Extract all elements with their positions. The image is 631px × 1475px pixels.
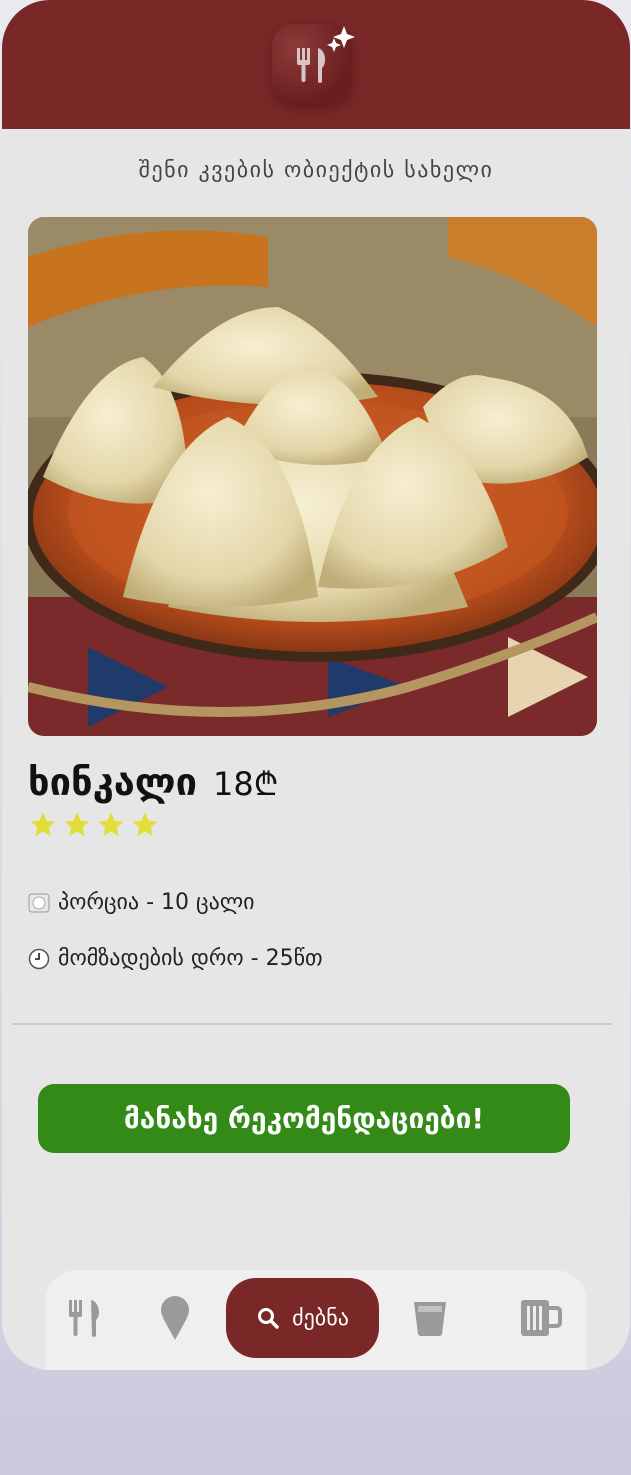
star-icon (64, 812, 90, 837)
portion-text: პორცია - 10 ცალი (58, 890, 255, 915)
tab-beer[interactable] (510, 1278, 570, 1358)
tab-search[interactable]: ძებნა (226, 1278, 379, 1358)
time-info: მომზადების დრო - 25წთ (28, 946, 323, 971)
portion-info: პორცია - 10 ცალი (28, 890, 255, 915)
star-icon (98, 812, 124, 837)
beer-mug-icon (521, 1300, 562, 1336)
venue-name: შენი კვების ობიექტის სახელი (138, 158, 494, 183)
clock-icon (28, 948, 50, 970)
star-icon (132, 812, 158, 837)
dish-price: 18₾ (213, 765, 279, 803)
glass-icon (414, 1302, 446, 1336)
star-icon (30, 812, 56, 837)
tab-drinks[interactable] (400, 1278, 460, 1358)
recommendations-button[interactable]: მანახე რეკომენდაციები! (38, 1084, 570, 1153)
divider (12, 1023, 612, 1025)
rating-stars (28, 810, 160, 840)
time-text: მომზადების დრო - 25წთ (58, 946, 323, 971)
bottom-tab-bar: ძებნა (45, 1270, 587, 1370)
search-icon (258, 1308, 279, 1329)
dish-name: ხინკალი (28, 760, 197, 804)
plate-icon (28, 892, 50, 914)
header (2, 0, 630, 129)
app-screen: შენი კვების ობიექტის სახელი ხინკალი 18₾ … (2, 0, 630, 1370)
fork-knife-icon (69, 1300, 99, 1337)
tab-food[interactable] (55, 1278, 115, 1358)
tab-search-label: ძებნა (292, 1305, 349, 1331)
logo[interactable] (272, 24, 355, 104)
ice-cream-icon (161, 1296, 189, 1340)
dish-title-row: ხინკალი 18₾ (28, 760, 278, 805)
fork-knife-sparkle-icon (297, 26, 355, 83)
tab-desserts[interactable] (145, 1278, 205, 1358)
dish-image (28, 217, 597, 736)
